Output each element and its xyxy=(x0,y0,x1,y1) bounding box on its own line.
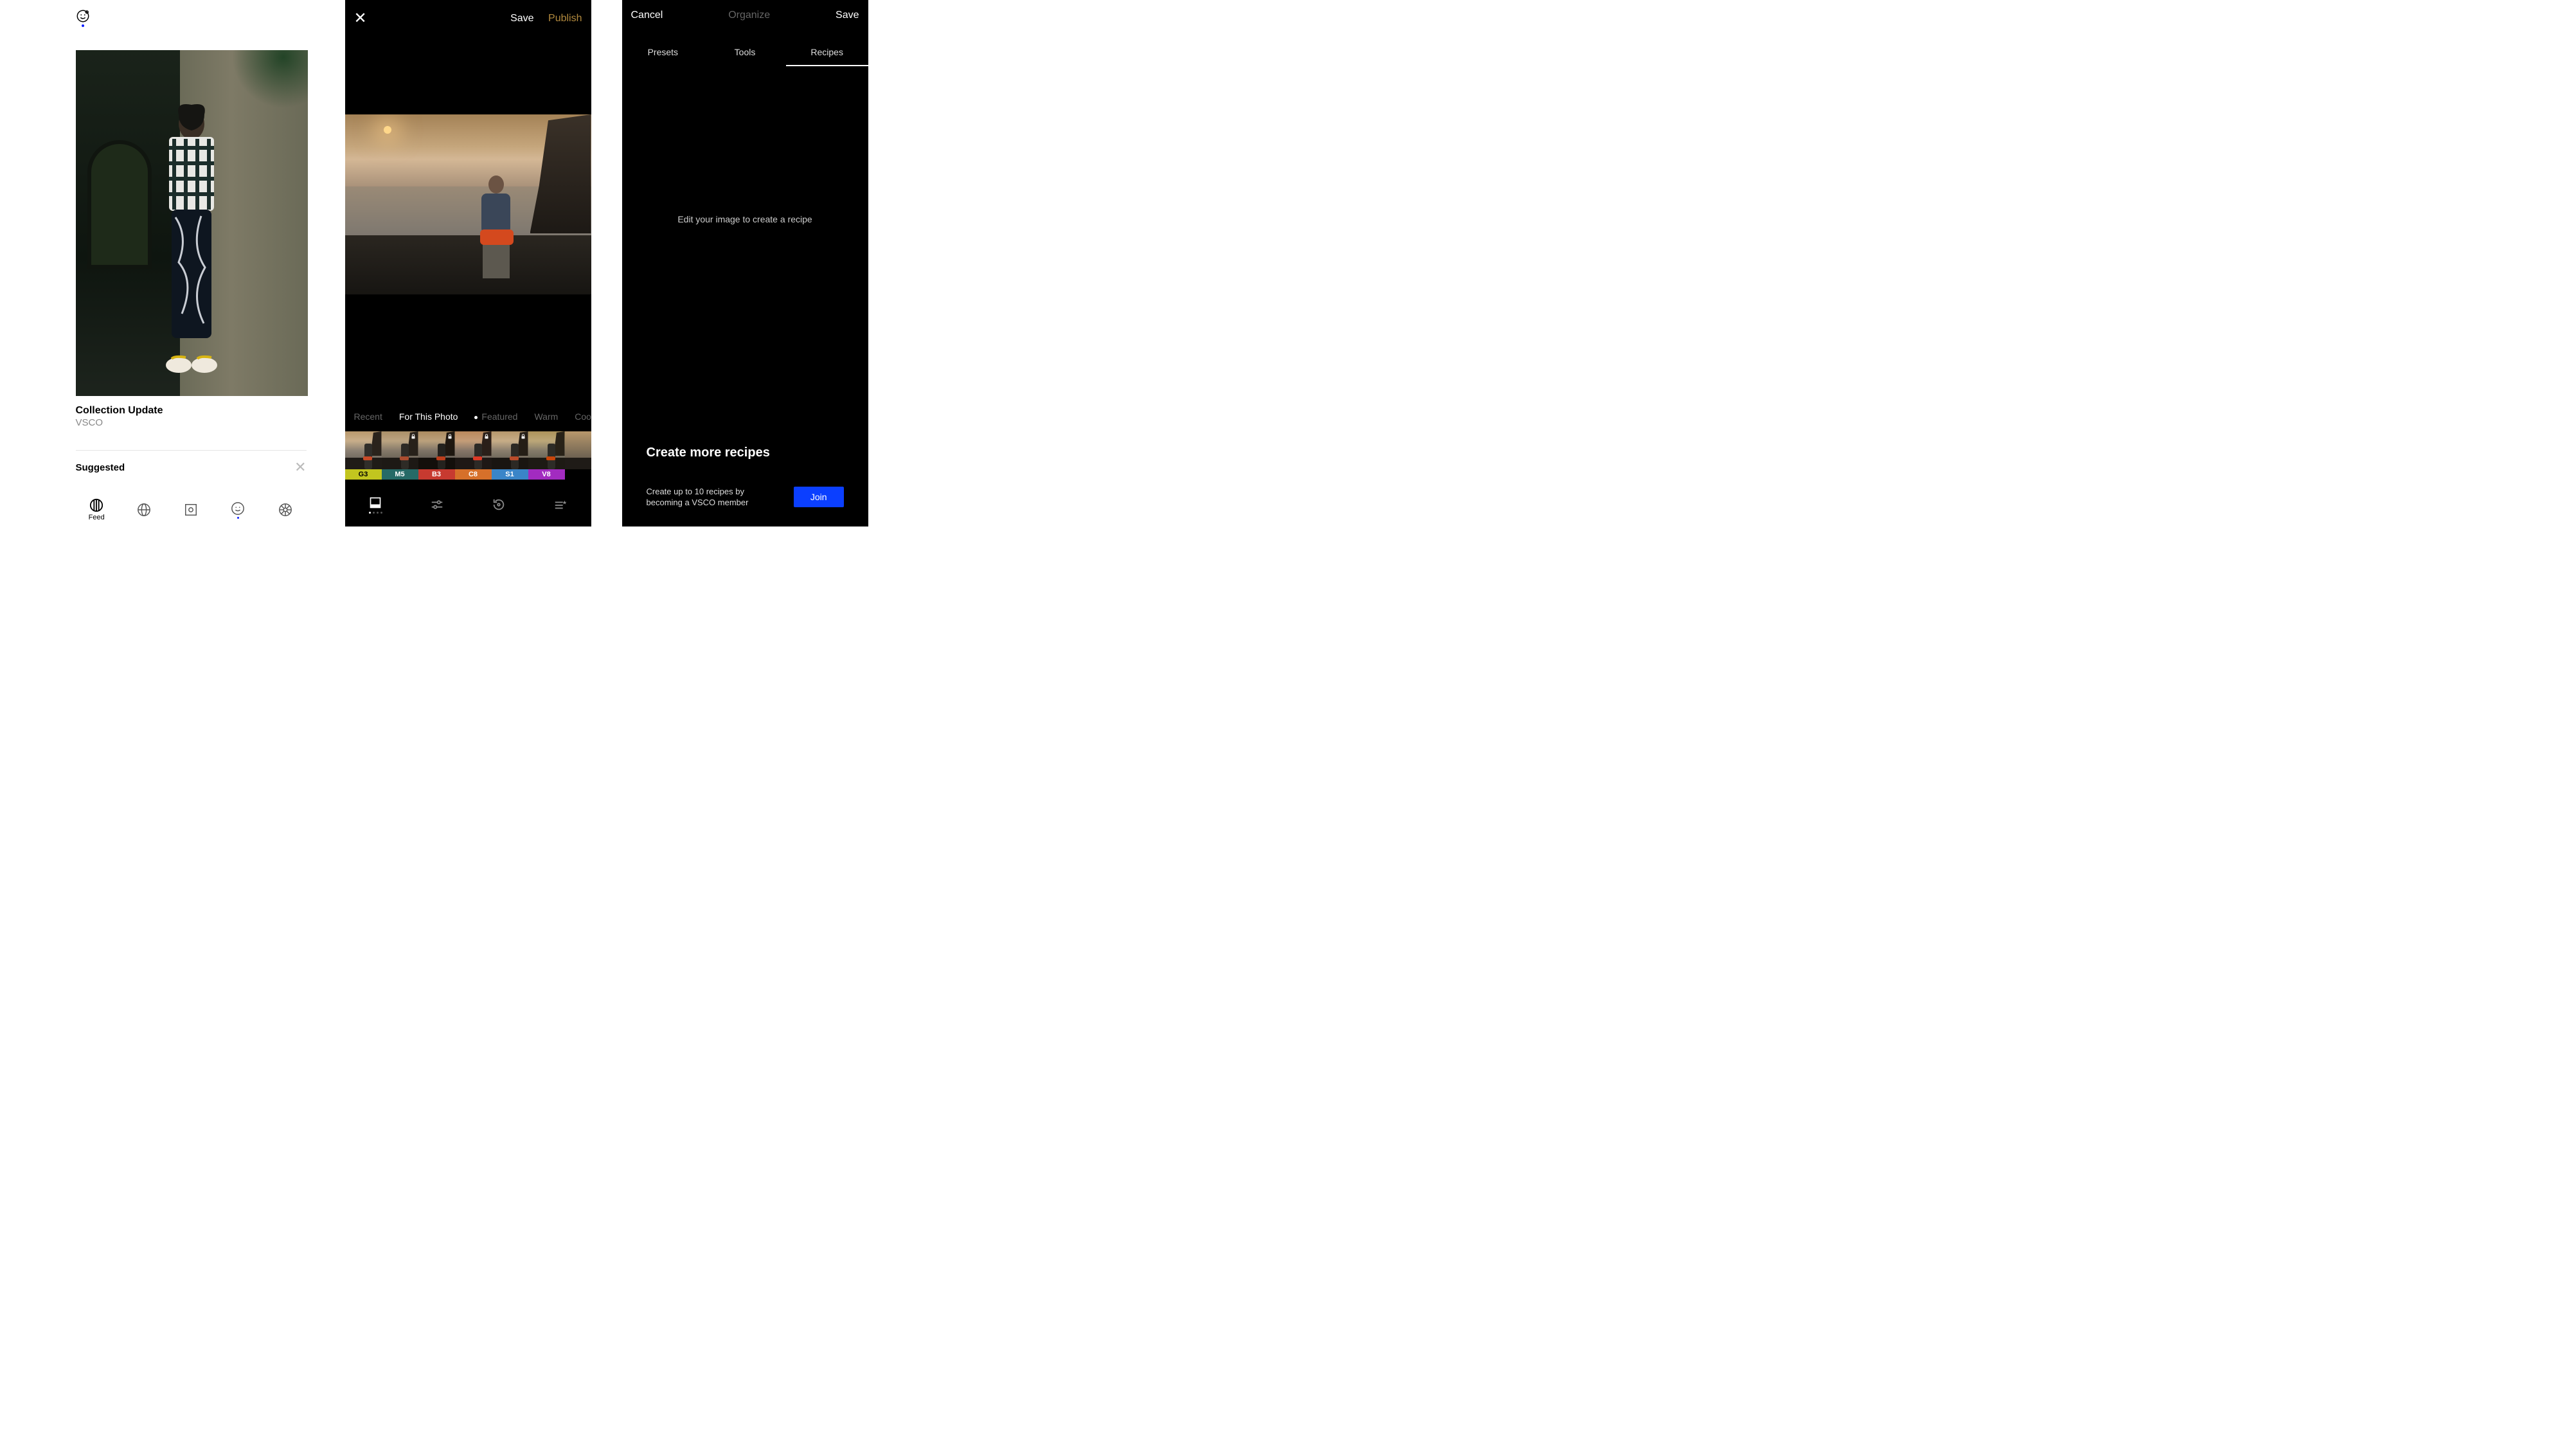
category-cool[interactable]: Cool xyxy=(575,411,591,422)
feed-post-image[interactable] xyxy=(76,50,308,396)
preset-b3[interactable]: B3 xyxy=(418,431,455,480)
presets-icon xyxy=(369,496,382,509)
recipes-icon xyxy=(553,498,568,512)
lock-icon xyxy=(520,433,526,440)
tool-recipes[interactable] xyxy=(553,498,568,512)
history-icon xyxy=(492,498,506,512)
tab-tools[interactable]: Tools xyxy=(704,42,786,66)
editor-header: ✕ Save Publish xyxy=(345,0,591,28)
category-warm[interactable]: Warm xyxy=(534,411,558,422)
tab-presets[interactable]: Presets xyxy=(622,42,704,66)
editor-mode-tabs: Presets Tools Recipes xyxy=(622,42,868,66)
editor-preview-image[interactable] xyxy=(345,114,591,294)
sliders-icon xyxy=(430,498,444,512)
preset-m5[interactable]: M5 xyxy=(382,431,418,480)
tab-recipes[interactable]: Recipes xyxy=(786,42,868,66)
recipes-screen: Cancel Organize Save Presets Tools Recip… xyxy=(622,0,868,526)
smiley-tab-icon xyxy=(231,501,245,516)
recipes-empty-message: Edit your image to create a recipe xyxy=(622,214,868,224)
category-for-this-photo[interactable]: For This Photo xyxy=(399,411,458,422)
preset-v8[interactable]: V8 xyxy=(528,431,565,480)
tool-presets[interactable] xyxy=(369,496,382,514)
preset-categories: Recent For This Photo Featured Warm Cool xyxy=(345,411,591,422)
preset-label: C8 xyxy=(455,469,492,480)
publish-button[interactable]: Publish xyxy=(548,13,582,24)
category-recent[interactable]: Recent xyxy=(354,411,382,422)
preset-label: G3 xyxy=(345,469,382,480)
preset-s1[interactable]: S1 xyxy=(492,431,528,480)
lock-icon xyxy=(410,433,416,440)
editor-screen: ✕ Save Publish Recent For This Photo Fea… xyxy=(345,0,591,526)
save-button[interactable]: Save xyxy=(510,13,533,24)
editor-toolbar xyxy=(345,484,591,525)
preset-label: V8 xyxy=(528,469,565,480)
dismiss-suggested-icon[interactable]: ✕ xyxy=(294,459,306,476)
feed-subject-figure xyxy=(143,102,240,391)
preset-g3[interactable]: G3 xyxy=(345,431,382,480)
vsco-smiley-icon[interactable] xyxy=(76,9,90,23)
recipes-upsell: Create more recipes Create up to 10 reci… xyxy=(622,446,868,509)
tool-adjust[interactable] xyxy=(430,498,444,512)
tab-feed[interactable]: Feed xyxy=(77,498,116,521)
feed-icon xyxy=(89,498,103,512)
upsell-body: Create up to 10 recipes by becoming a VS… xyxy=(647,486,781,509)
save-button[interactable]: Save xyxy=(836,10,859,21)
recipes-header: Cancel Organize Save xyxy=(622,0,868,21)
tab-profile[interactable] xyxy=(219,501,257,519)
join-button[interactable]: Join xyxy=(794,487,844,507)
tab-discover[interactable] xyxy=(125,503,163,517)
feed-header xyxy=(68,0,314,30)
bottom-tabbar: Feed xyxy=(68,496,314,526)
category-featured[interactable]: Featured xyxy=(474,411,517,422)
preset-label: M5 xyxy=(382,469,418,480)
tab-membership[interactable] xyxy=(266,503,305,517)
globe-icon xyxy=(137,503,151,517)
tool-history[interactable] xyxy=(492,498,506,512)
preset-overflow[interactable] xyxy=(565,431,591,480)
tab-feed-label: Feed xyxy=(89,514,105,521)
feed-screen: Collection Update VSCO Suggested ✕ Feed xyxy=(68,0,314,526)
preset-c8[interactable]: C8 xyxy=(455,431,492,480)
feed-post-title: Collection Update xyxy=(76,405,307,417)
tab-studio[interactable] xyxy=(172,503,210,517)
notification-dot xyxy=(82,24,84,27)
feed-content: Collection Update VSCO Suggested ✕ xyxy=(68,30,314,484)
wheel-icon xyxy=(278,503,292,517)
upsell-title: Create more recipes xyxy=(647,446,844,460)
lock-icon xyxy=(483,433,490,440)
preview-subject xyxy=(475,176,517,291)
preset-label: S1 xyxy=(492,469,528,480)
organize-label: Organize xyxy=(728,10,770,21)
tab-profile-dot xyxy=(237,517,239,519)
feed-post-author[interactable]: VSCO xyxy=(76,417,307,428)
cancel-button[interactable]: Cancel xyxy=(631,10,663,21)
lock-icon xyxy=(447,433,453,440)
studio-icon xyxy=(184,503,198,517)
close-icon[interactable]: ✕ xyxy=(354,9,367,28)
preset-label: B3 xyxy=(418,469,455,480)
suggested-heading: Suggested xyxy=(76,462,125,473)
preset-strip: G3M5B3C8S1V8 xyxy=(345,431,591,480)
